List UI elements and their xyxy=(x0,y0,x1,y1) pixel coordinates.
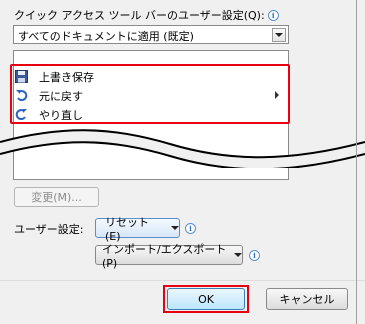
save-icon xyxy=(14,70,28,84)
customize-for-label: クイック アクセス ツール バーのユーザー設定(Q): xyxy=(14,9,265,22)
chevron-down-icon xyxy=(171,226,179,230)
reset-button[interactable]: リセット(E) xyxy=(95,216,180,243)
customize-for-value: すべてのドキュメントに適用 (既定) xyxy=(18,30,194,43)
ok-button[interactable]: OK xyxy=(167,288,245,310)
undo-icon xyxy=(14,89,28,103)
list-item[interactable]: 上書き保存 xyxy=(14,68,94,85)
customize-for-row: クイック アクセス ツール バーのユーザー設定(Q): i xyxy=(14,7,279,23)
wavy-break xyxy=(0,129,365,168)
list-item-label: 上書き保存 xyxy=(39,70,94,84)
divider xyxy=(0,280,365,281)
redo-icon xyxy=(14,108,28,122)
reset-button-label: リセット(E) xyxy=(105,215,149,243)
list-item[interactable]: 元に戻す xyxy=(14,87,83,104)
info-icon: i xyxy=(267,9,279,21)
modify-button[interactable]: 変更(M)... xyxy=(14,187,99,207)
list-item-label: 元に戻す xyxy=(39,89,83,103)
import-export-label: インポート/エクスポート(P) xyxy=(102,242,227,270)
import-export-button[interactable]: インポート/エクスポート(P) xyxy=(95,243,243,270)
chevron-down-icon xyxy=(234,253,242,257)
list-item[interactable]: やり直し xyxy=(14,106,83,123)
list-item-label: やり直し xyxy=(39,108,83,122)
customize-for-dropdown[interactable]: すべてのドキュメントに適用 (既定) xyxy=(13,25,289,44)
dialog-edge xyxy=(356,0,357,324)
chevron-right-icon[interactable] xyxy=(275,91,279,99)
chevron-down-icon[interactable] xyxy=(272,28,286,42)
cancel-button[interactable]: キャンセル xyxy=(266,288,348,310)
info-icon: i xyxy=(185,223,196,234)
customizations-label: ユーザー設定: xyxy=(14,223,84,236)
info-icon: i xyxy=(249,250,260,261)
